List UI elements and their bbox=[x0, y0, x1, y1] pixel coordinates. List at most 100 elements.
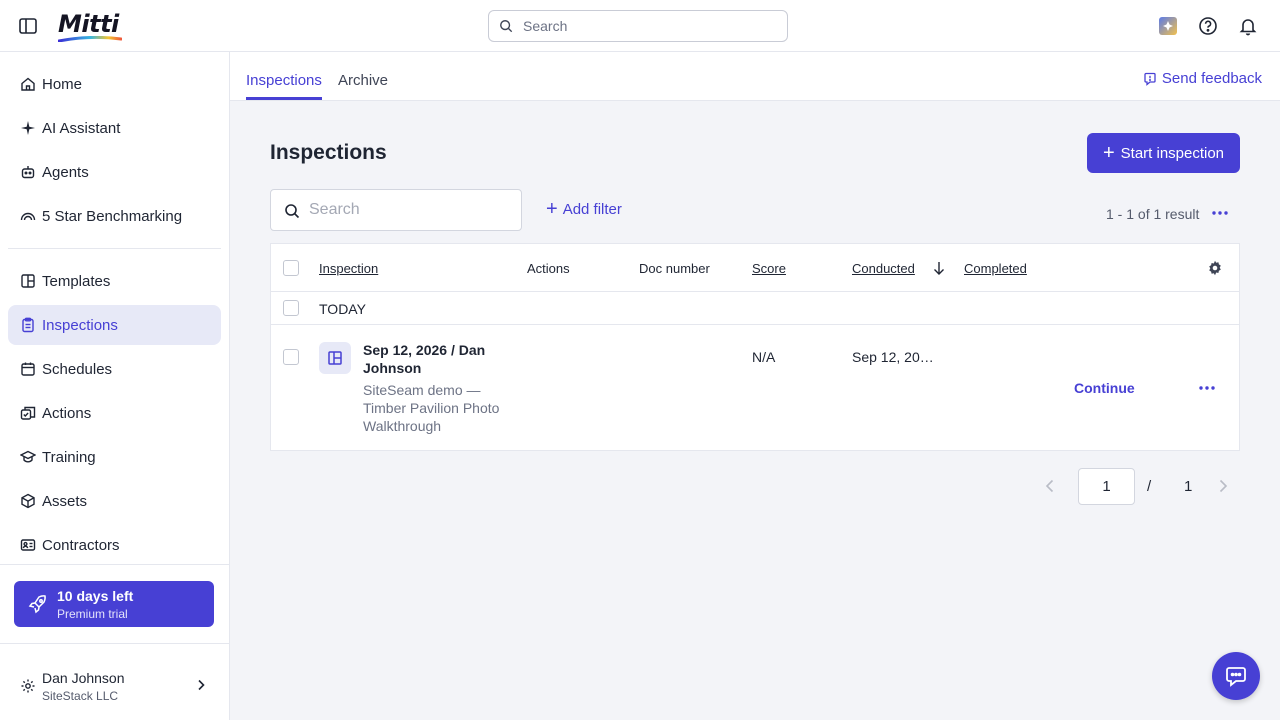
previous-page-icon[interactable] bbox=[1042, 478, 1058, 494]
page-separator: / bbox=[1147, 478, 1152, 495]
sidebar-divider bbox=[0, 643, 229, 644]
graduation-cap-icon bbox=[20, 450, 36, 463]
column-doc-number: Doc number bbox=[639, 261, 710, 276]
inspections-search-input[interactable] bbox=[309, 190, 514, 230]
top-bar: Mitti bbox=[0, 0, 1280, 52]
column-actions: Actions bbox=[527, 261, 570, 276]
help-icon[interactable] bbox=[1198, 16, 1218, 36]
user-name: Dan Johnson bbox=[42, 670, 125, 686]
sort-descending-icon[interactable] bbox=[932, 260, 946, 276]
group-row-today: TODAY bbox=[271, 292, 1239, 325]
rocket-icon bbox=[28, 595, 46, 614]
trial-plan: Premium trial bbox=[57, 607, 128, 621]
inspection-title[interactable]: Sep 12, 2026 / Dan Johnson bbox=[363, 341, 513, 377]
sidebar-item-training[interactable]: Training bbox=[8, 437, 221, 477]
gear-icon bbox=[21, 679, 35, 693]
add-filter-label: Add filter bbox=[562, 200, 622, 218]
sidebar-item-schedules[interactable]: Schedules bbox=[8, 349, 221, 389]
sparkle-icon bbox=[21, 121, 35, 135]
sidebar-item-label: Training bbox=[42, 448, 96, 466]
global-search-input[interactable] bbox=[523, 11, 773, 41]
start-inspection-label: Start inspection bbox=[1120, 144, 1225, 162]
tab-archive[interactable]: Archive bbox=[338, 72, 388, 89]
tabs-bar: Inspections Archive Send feedback bbox=[230, 52, 1280, 101]
chevron-right-icon bbox=[198, 679, 205, 691]
inspection-conducted-date: Sep 12, 20… bbox=[852, 349, 934, 365]
add-filter-button[interactable]: + Add filter bbox=[546, 198, 622, 220]
robot-icon bbox=[21, 166, 35, 179]
page-number-input[interactable]: 1 bbox=[1078, 468, 1135, 505]
continue-button[interactable]: Continue bbox=[1074, 380, 1135, 396]
table-row[interactable]: Sep 12, 2026 / Dan Johnson SiteSeam demo… bbox=[271, 325, 1239, 450]
brand-name: Mitti bbox=[58, 10, 119, 38]
sidebar-item-actions[interactable]: Actions bbox=[8, 393, 221, 433]
chat-support-button[interactable] bbox=[1212, 652, 1260, 700]
trial-days-left: 10 days left bbox=[57, 588, 134, 604]
template-icon bbox=[21, 274, 35, 288]
actions-icon bbox=[20, 406, 36, 420]
gauge-icon bbox=[20, 212, 36, 221]
sidebar-item-label: 5 Star Benchmarking bbox=[42, 207, 183, 225]
plus-icon: + bbox=[546, 198, 558, 220]
inspections-search[interactable] bbox=[270, 189, 522, 231]
user-organization: SiteStack LLC bbox=[42, 689, 119, 703]
chat-icon bbox=[1226, 667, 1246, 687]
result-count: 1 - 1 of 1 result bbox=[1106, 206, 1200, 222]
search-icon bbox=[285, 204, 300, 219]
sidebar-item-agents[interactable]: Agents bbox=[8, 152, 221, 192]
table-header: Inspection Actions Doc number Score Cond… bbox=[271, 244, 1239, 292]
logo-swoosh-icon bbox=[58, 36, 122, 42]
sidebar-item-assets[interactable]: Assets bbox=[8, 481, 221, 521]
user-account-menu[interactable]: Dan Johnson SiteStack LLC bbox=[8, 664, 221, 708]
inspection-subtitle: SiteSeam demo — Timber Pavilion Photo Wa… bbox=[363, 382, 500, 434]
sidebar-item-label: Schedules bbox=[42, 360, 113, 378]
clipboard-icon bbox=[22, 317, 34, 333]
bell-icon[interactable] bbox=[1238, 16, 1258, 36]
home-icon bbox=[21, 77, 35, 91]
next-page-icon[interactable] bbox=[1215, 478, 1231, 494]
column-completed[interactable]: Completed bbox=[964, 261, 1027, 276]
inspection-doc-icon bbox=[319, 342, 351, 374]
sidebar-item-contractors[interactable]: Contractors bbox=[8, 525, 221, 565]
tab-inspections[interactable]: Inspections bbox=[246, 72, 322, 89]
group-label: TODAY bbox=[319, 301, 366, 317]
column-conducted[interactable]: Conducted bbox=[852, 261, 915, 276]
select-group-checkbox[interactable] bbox=[283, 300, 299, 316]
global-search[interactable] bbox=[488, 10, 788, 42]
row-checkbox[interactable] bbox=[283, 349, 299, 365]
inspection-score: N/A bbox=[752, 349, 776, 365]
more-options-icon[interactable] bbox=[1209, 202, 1231, 224]
plus-icon: + bbox=[1102, 142, 1115, 164]
sidebar-item-label: Assets bbox=[42, 492, 88, 510]
sidebar-item-label: Contractors bbox=[42, 536, 120, 554]
sidebar-item-templates[interactable]: Templates bbox=[8, 261, 221, 301]
sidebar-item-label: Actions bbox=[42, 404, 92, 422]
page-total: 1 bbox=[1184, 478, 1193, 495]
calendar-icon bbox=[21, 362, 35, 376]
sidebar-item-label: Agents bbox=[42, 163, 89, 181]
id-card-icon bbox=[20, 539, 36, 551]
sidebar-item-label: Templates bbox=[42, 272, 111, 290]
sidebar-divider bbox=[0, 564, 229, 565]
cube-icon bbox=[21, 493, 35, 509]
column-inspection[interactable]: Inspection bbox=[319, 261, 378, 276]
sidebar-item-inspections[interactable]: Inspections bbox=[8, 305, 221, 345]
row-more-options-icon[interactable] bbox=[1196, 377, 1218, 399]
select-all-checkbox[interactable] bbox=[283, 260, 299, 276]
trial-banner[interactable]: 10 days left Premium trial bbox=[14, 581, 214, 627]
brand-logo[interactable]: Mitti bbox=[58, 10, 122, 42]
inspections-table: Inspection Actions Doc number Score Cond… bbox=[270, 243, 1240, 451]
sidebar-item-label: Home bbox=[42, 75, 83, 93]
column-score[interactable]: Score bbox=[752, 261, 786, 276]
sidebar: Home AI Assistant Agents 5 Star Benchmar… bbox=[0, 52, 230, 720]
app-badge-icon[interactable] bbox=[1158, 16, 1178, 36]
sidebar-toggle-icon[interactable] bbox=[18, 16, 38, 36]
gear-icon[interactable] bbox=[1207, 260, 1223, 276]
search-icon bbox=[500, 20, 513, 33]
sidebar-item-5-star-benchmarking[interactable]: 5 Star Benchmarking bbox=[8, 196, 221, 236]
sidebar-divider bbox=[8, 248, 221, 249]
sidebar-item-ai-assistant[interactable]: AI Assistant bbox=[8, 108, 221, 148]
send-feedback-link[interactable]: Send feedback bbox=[1143, 70, 1262, 87]
start-inspection-button[interactable]: + Start inspection bbox=[1087, 133, 1240, 173]
sidebar-item-home[interactable]: Home bbox=[8, 64, 221, 104]
